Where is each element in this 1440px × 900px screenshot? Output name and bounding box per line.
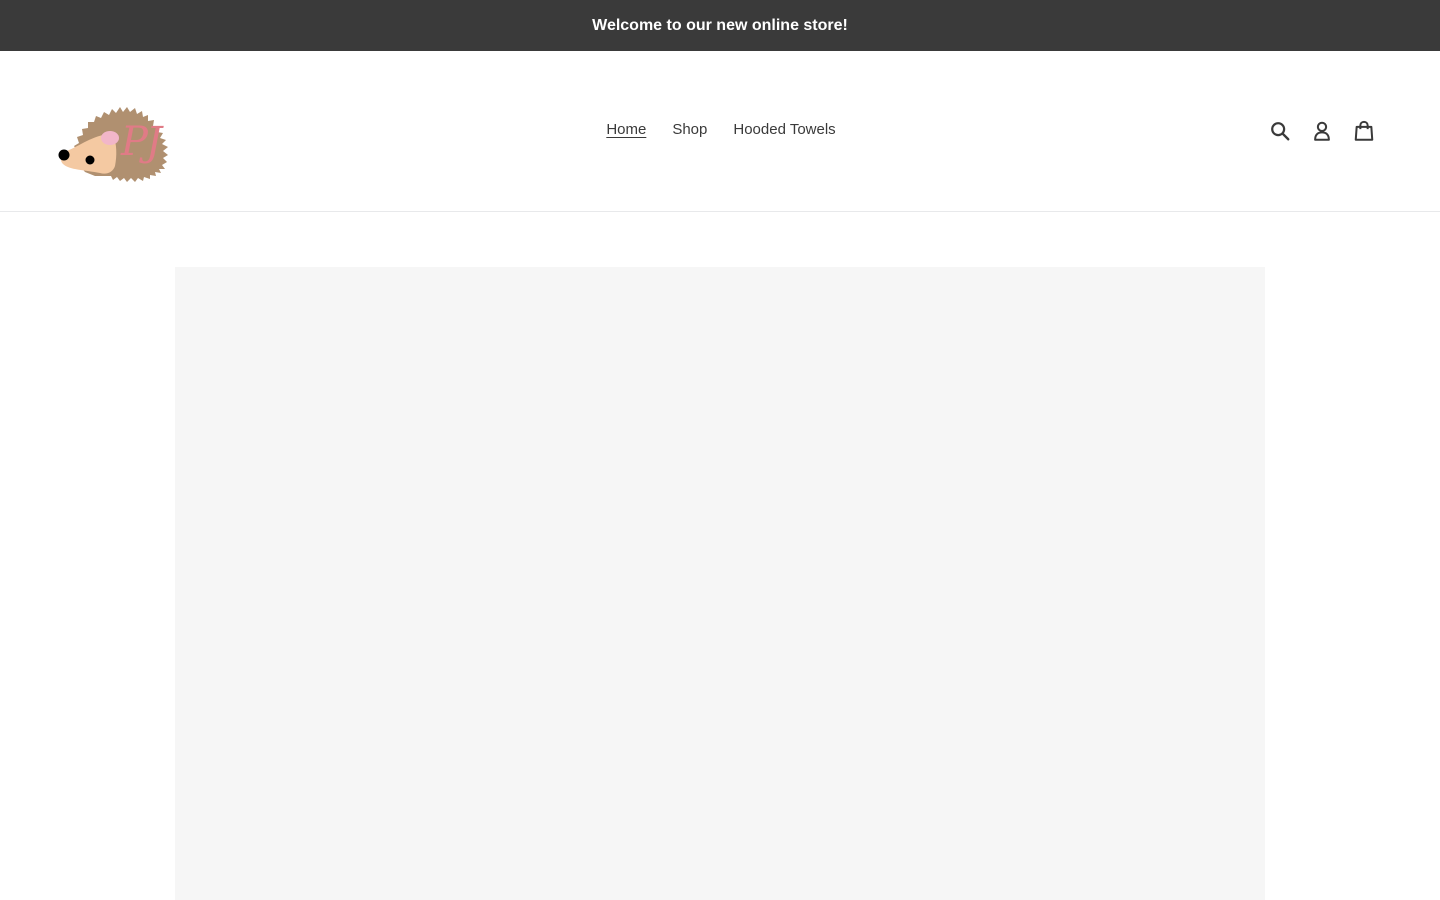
cart-button[interactable]	[1352, 119, 1376, 143]
main-nav: Home Shop Hooded Towels	[0, 121, 1440, 138]
search-icon	[1271, 122, 1290, 141]
announcement-bar: Welcome to our new online store!	[0, 0, 1440, 51]
account-icon	[1314, 121, 1330, 141]
header-icons	[1268, 119, 1376, 143]
nav-shop[interactable]: Shop	[670, 121, 707, 138]
account-button[interactable]	[1310, 119, 1334, 143]
search-button[interactable]	[1268, 119, 1292, 143]
nav-home[interactable]: Home	[604, 121, 646, 138]
site-header: PJ Home Shop Hooded Towels	[0, 51, 1440, 212]
announcement-text: Welcome to our new online store!	[592, 16, 848, 34]
nav-hooded-towels[interactable]: Hooded Towels	[731, 121, 835, 138]
hero-image-placeholder	[175, 267, 1265, 900]
cart-icon	[1354, 120, 1374, 141]
